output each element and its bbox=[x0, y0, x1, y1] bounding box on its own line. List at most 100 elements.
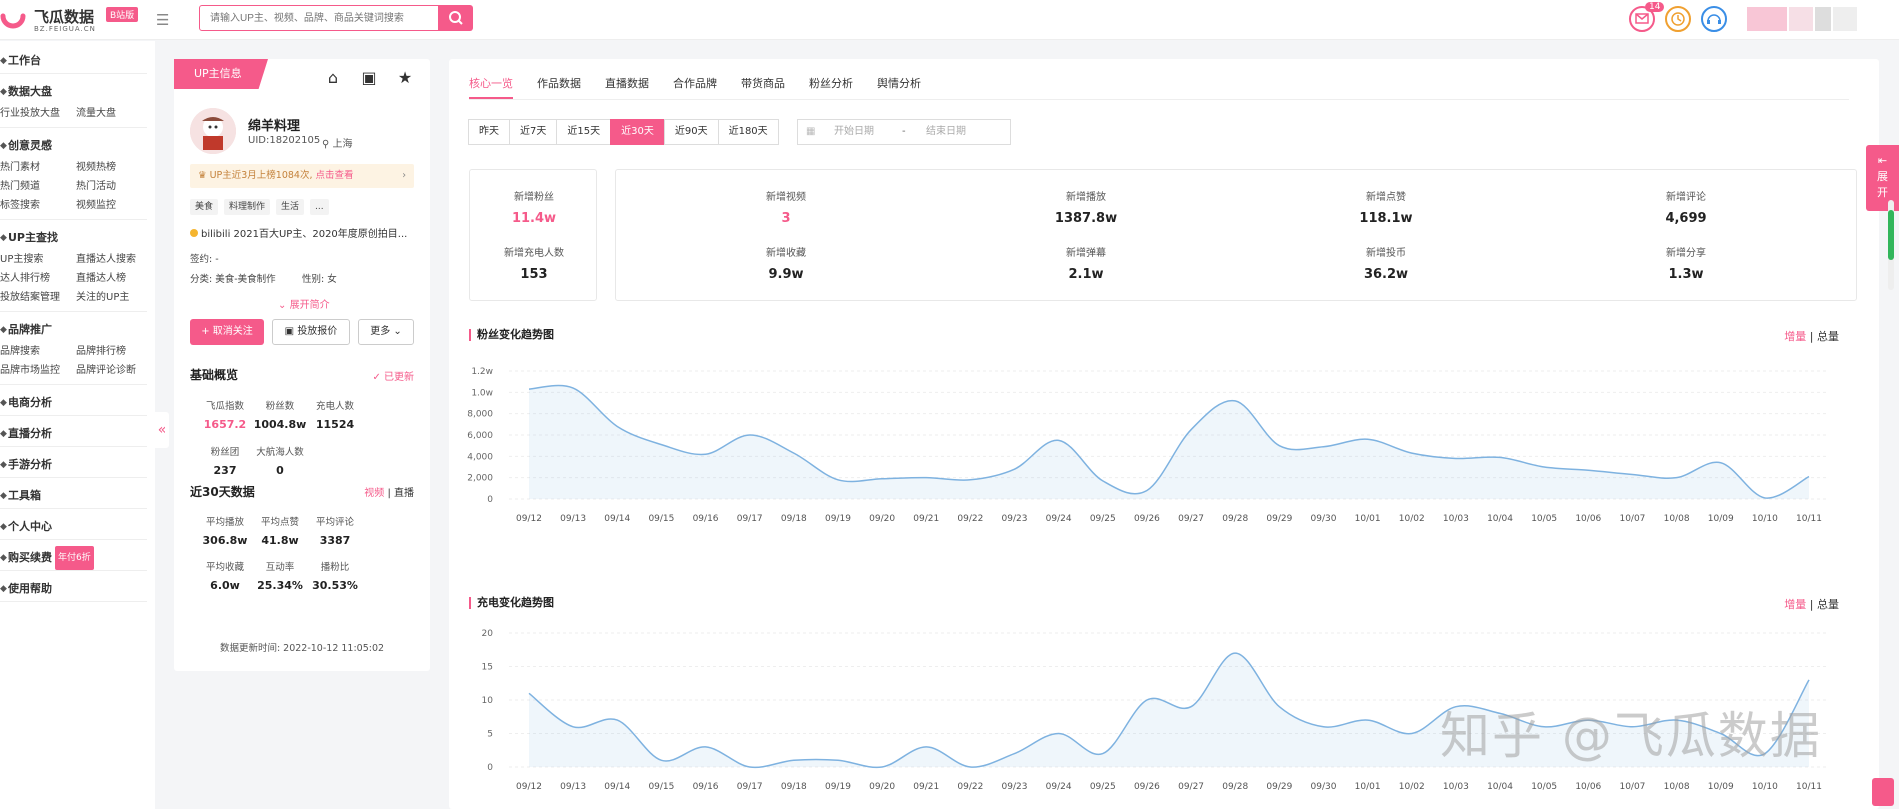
data-point[interactable] bbox=[1366, 718, 1370, 722]
nav-group-header[interactable]: ◆ 数据大盘 bbox=[0, 80, 155, 104]
profile-tag-chip[interactable]: 料理制作 bbox=[224, 199, 271, 215]
data-point[interactable] bbox=[1586, 468, 1590, 472]
nav-item[interactable]: 视频热榜 bbox=[76, 158, 152, 173]
data-point[interactable] bbox=[1189, 705, 1193, 709]
data-point[interactable] bbox=[748, 765, 752, 769]
data-point[interactable] bbox=[615, 718, 619, 722]
data-point[interactable] bbox=[968, 478, 972, 482]
avatar[interactable] bbox=[190, 108, 236, 154]
toggle-live[interactable]: 直播 bbox=[394, 488, 414, 499]
nav-item[interactable]: 标签搜索 bbox=[0, 196, 76, 211]
data-point[interactable] bbox=[1498, 455, 1502, 459]
tab-item[interactable]: 作品数据 bbox=[537, 75, 581, 99]
price-button[interactable]: ▣ 投放报价 bbox=[272, 319, 350, 345]
data-point[interactable] bbox=[1366, 437, 1370, 441]
nav-item[interactable]: 热门素材 bbox=[0, 158, 76, 173]
data-point[interactable] bbox=[1277, 705, 1281, 709]
nav-group-header[interactable]: ◆ 购买续费 年付6折 bbox=[0, 546, 155, 570]
toggle-increment[interactable]: 增量 bbox=[1784, 330, 1806, 343]
tab-item[interactable]: 核心一览 bbox=[469, 75, 513, 99]
clock-icon[interactable] bbox=[1665, 6, 1691, 32]
data-point[interactable] bbox=[1807, 475, 1811, 479]
data-point[interactable] bbox=[571, 386, 575, 390]
nav-item[interactable]: UP主搜索 bbox=[0, 250, 76, 265]
nav-item[interactable]: 直播达人搜索 bbox=[76, 250, 152, 265]
data-point[interactable] bbox=[836, 758, 840, 762]
nav-group-header[interactable]: ◆ 创意灵感 bbox=[0, 134, 155, 158]
data-point[interactable] bbox=[1233, 651, 1237, 655]
data-point[interactable] bbox=[880, 477, 884, 481]
data-point[interactable] bbox=[571, 725, 575, 729]
tab-item[interactable]: 舆情分析 bbox=[877, 75, 921, 99]
data-point[interactable] bbox=[1101, 479, 1105, 483]
data-point[interactable] bbox=[704, 452, 708, 456]
profile-tag-chip[interactable]: ... bbox=[310, 199, 329, 215]
scroll-thumb[interactable] bbox=[1888, 210, 1894, 260]
range-button[interactable]: 昨天 bbox=[468, 119, 510, 145]
profile-tag-chip[interactable]: 美食 bbox=[190, 199, 219, 215]
data-point[interactable] bbox=[1013, 467, 1017, 471]
nav-group-header[interactable]: ◆ 工作台 bbox=[0, 49, 155, 73]
data-point[interactable] bbox=[1675, 476, 1679, 480]
data-point[interactable] bbox=[527, 691, 531, 695]
unfollow-button[interactable]: + 取消关注 bbox=[190, 319, 264, 345]
data-point[interactable] bbox=[659, 443, 663, 447]
nav-group-header[interactable]: ◆ 工具箱 bbox=[0, 484, 155, 508]
data-point[interactable] bbox=[1057, 438, 1061, 442]
data-point[interactable] bbox=[1454, 456, 1458, 460]
search-button[interactable] bbox=[439, 5, 473, 31]
user-avatar-blurred[interactable] bbox=[1747, 7, 1859, 31]
data-point[interactable] bbox=[1807, 678, 1811, 682]
tab-item[interactable]: 合作品牌 bbox=[673, 75, 717, 99]
home-icon[interactable]: ⌂ bbox=[324, 69, 342, 87]
data-point[interactable] bbox=[1145, 698, 1149, 702]
nav-group-header[interactable]: ◆ 直播分析 bbox=[0, 422, 155, 446]
range-button[interactable]: 近90天 bbox=[663, 119, 719, 145]
data-point[interactable] bbox=[924, 745, 928, 749]
data-point[interactable] bbox=[1719, 461, 1723, 465]
data-point[interactable] bbox=[1233, 399, 1237, 403]
nav-item[interactable]: 热门频道 bbox=[0, 177, 76, 192]
mail-icon[interactable]: 14 bbox=[1629, 2, 1665, 32]
nav-group-header[interactable]: ◆ 使用帮助 bbox=[0, 577, 155, 601]
nav-group-header[interactable]: ◆ 电商分析 bbox=[0, 391, 155, 415]
data-point[interactable] bbox=[1277, 444, 1281, 448]
toggle-total[interactable]: 总量 bbox=[1817, 330, 1839, 343]
nav-item[interactable]: 品牌排行榜 bbox=[76, 342, 152, 357]
logo[interactable]: 飞瓜数据 B站版 BZ.FEIGUA.CN bbox=[0, 4, 160, 36]
data-point[interactable] bbox=[1410, 732, 1414, 736]
data-point[interactable] bbox=[792, 758, 796, 762]
side-expand-button[interactable]: ⇤ 展开 bbox=[1866, 145, 1899, 211]
data-point[interactable] bbox=[836, 478, 840, 482]
more-button[interactable]: 更多 ⌄ bbox=[358, 319, 414, 345]
search-input[interactable] bbox=[199, 5, 439, 31]
data-point[interactable] bbox=[704, 745, 708, 749]
data-point[interactable] bbox=[527, 387, 531, 391]
support-icon[interactable] bbox=[1701, 6, 1727, 32]
nav-item[interactable]: 关注的UP主 bbox=[76, 288, 152, 303]
data-point[interactable] bbox=[1321, 445, 1325, 449]
data-point[interactable] bbox=[1145, 488, 1149, 492]
tab-item[interactable]: 直播数据 bbox=[605, 75, 649, 99]
date-end[interactable]: 结束日期 bbox=[926, 120, 966, 144]
nav-item[interactable]: 投放结案管理 bbox=[0, 288, 76, 303]
nav-item[interactable]: 品牌评论诊断 bbox=[76, 361, 152, 376]
profile-tag-chip[interactable]: 生活 bbox=[276, 199, 305, 215]
nav-item[interactable]: 直播达人榜 bbox=[76, 269, 152, 284]
data-point[interactable] bbox=[1189, 428, 1193, 432]
data-point[interactable] bbox=[1763, 496, 1767, 500]
data-point[interactable] bbox=[1410, 451, 1414, 455]
menu-toggle-icon[interactable]: ☰ bbox=[156, 11, 169, 29]
toggle-increment[interactable]: 增量 bbox=[1784, 598, 1806, 611]
nav-item[interactable]: 行业投放大盘 bbox=[0, 104, 76, 119]
date-start[interactable]: 开始日期 bbox=[834, 120, 874, 144]
data-point[interactable] bbox=[1057, 732, 1061, 736]
nav-group-header[interactable]: ◆ 品牌推广 bbox=[0, 318, 155, 342]
data-point[interactable] bbox=[880, 765, 884, 769]
data-point[interactable] bbox=[1013, 752, 1017, 756]
range-button[interactable]: 近180天 bbox=[717, 119, 779, 145]
nav-item[interactable]: 达人排行榜 bbox=[0, 269, 76, 284]
nav-group-header[interactable]: ◆ 手游分析 bbox=[0, 453, 155, 477]
scroll-indicator[interactable] bbox=[1888, 200, 1894, 290]
tab-item[interactable]: 粉丝分析 bbox=[809, 75, 853, 99]
